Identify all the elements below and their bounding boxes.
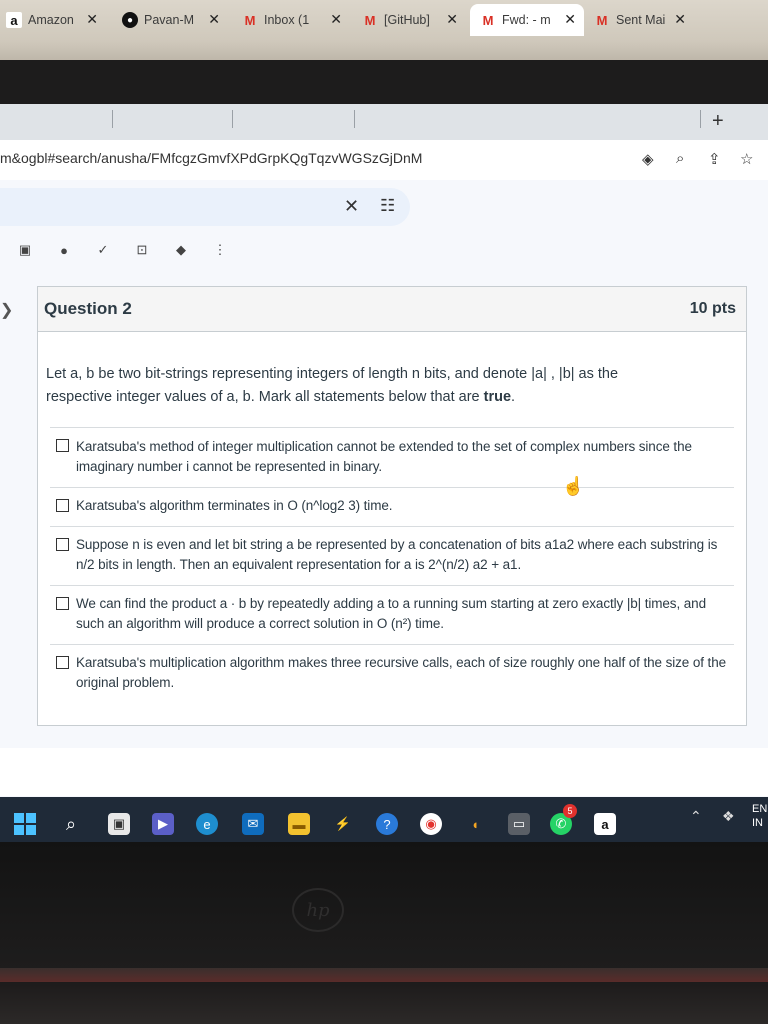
answer-checkbox[interactable]	[56, 439, 69, 452]
browser-tab-strip	[0, 104, 768, 140]
answer-text: Suppose n is even and let bit string a b…	[76, 537, 718, 572]
answer-checkbox[interactable]	[56, 656, 69, 669]
tab-separator	[700, 110, 701, 128]
monitor-app-icon[interactable]: ▭	[508, 813, 530, 835]
answer-text: Karatsuba's method of integer multiplica…	[76, 439, 692, 474]
gmail-footer	[0, 748, 768, 796]
tab-separator	[232, 110, 233, 128]
desk-surface	[0, 982, 768, 1024]
url-text[interactable]: m&ogbl#search/anusha/FMfcgzGmvfXPdGrpKQg…	[0, 150, 422, 166]
close-tab-icon[interactable]: ✕	[208, 11, 220, 28]
answer-text: Karatsuba's algorithm terminates in O (n…	[76, 498, 393, 513]
mail-icon[interactable]: ✉	[242, 813, 264, 835]
question-prompt: Let a, b be two bit-strings representing…	[46, 363, 706, 409]
tab-label: Amazon	[28, 13, 74, 27]
tab-amazon[interactable]: a Amazon ✕	[6, 6, 106, 34]
hp-logo: hp	[292, 888, 344, 932]
tab-label: Fwd: - m	[502, 13, 551, 27]
gmail-icon: M	[596, 12, 608, 28]
gmail-icon: M	[244, 12, 256, 28]
tab-github-mail[interactable]: M [GitHub] ✕	[362, 6, 466, 34]
edge-browser-icon[interactable]: e	[196, 813, 218, 835]
question-points: 10 pts	[689, 300, 736, 317]
language-indicator[interactable]: EN IN	[752, 802, 767, 830]
move-to-icon[interactable]: ⊡	[127, 240, 157, 260]
question-title: Question 2	[44, 299, 132, 318]
tab-label: Inbox (1	[264, 13, 310, 27]
tab-label: [GitHub]	[384, 13, 430, 27]
teams-chat-icon[interactable]: ▶	[152, 813, 174, 835]
lang-line-1: EN	[752, 803, 768, 815]
extension-icon[interactable]: ◈	[642, 150, 654, 168]
shortcut-app-icon[interactable]: ⚡	[332, 813, 354, 835]
close-tab-icon[interactable]: ✕	[446, 11, 458, 28]
chevron-right-icon[interactable]: ❯	[0, 300, 13, 320]
tab-sent-mail[interactable]: M Sent Mai ✕	[594, 6, 694, 34]
notification-badge: 5	[563, 804, 577, 818]
question-header: Question 2 10 pts	[38, 287, 746, 332]
answer-option[interactable]: Karatsuba's multiplication algorithm mak…	[50, 644, 734, 701]
answer-option[interactable]: Karatsuba's algorithm terminates in O (n…	[50, 487, 734, 524]
label-icon[interactable]: ◆	[166, 240, 196, 260]
tab-separator	[112, 110, 113, 128]
tab-label: Sent Mai	[616, 13, 666, 27]
answer-option[interactable]: We can find the product a · b by repeate…	[50, 585, 734, 642]
tab-fwd-active[interactable]: M Fwd: - m ✕	[470, 4, 584, 36]
gmail-icon: M	[482, 12, 494, 28]
chrome-browser-icon[interactable]: ◉	[420, 813, 442, 835]
tab-inbox[interactable]: M Inbox (1 ✕	[242, 6, 350, 34]
new-tab-icon[interactable]: +	[712, 110, 724, 133]
github-icon: ●	[122, 12, 138, 28]
monitor-bezel	[0, 60, 768, 110]
search-options-icon[interactable]: ☷	[380, 196, 395, 216]
tab-github[interactable]: ● Pavan-M ✕	[122, 6, 228, 34]
answer-checkbox[interactable]	[56, 499, 69, 512]
close-tab-icon[interactable]: ✕	[86, 11, 98, 28]
file-explorer-icon[interactable]: ▬	[288, 813, 310, 835]
clear-search-icon[interactable]: ✕	[344, 196, 359, 217]
chevron-up-icon[interactable]: ⌃	[690, 808, 702, 825]
tab-separator	[354, 110, 355, 128]
archive-icon[interactable]: ▣	[10, 240, 40, 260]
answer-option[interactable]: Suppose n is even and let bit string a b…	[50, 526, 734, 583]
amazon-app-icon[interactable]: a	[594, 813, 616, 835]
windows-start-icon[interactable]	[14, 813, 36, 835]
task-view-icon[interactable]: ▣	[108, 813, 130, 835]
audible-icon[interactable]: ◖	[464, 813, 486, 835]
close-tab-icon[interactable]: ✕	[330, 11, 342, 28]
dropbox-icon[interactable]: ❖	[722, 808, 735, 825]
message-toolbar: ▣ ● ✓ ⊡ ◆ ⋮	[10, 240, 244, 260]
amazon-icon: a	[6, 12, 22, 28]
bookmark-star-icon[interactable]: ☆	[740, 150, 753, 168]
gmail-icon: M	[364, 12, 376, 28]
answer-text: Karatsuba's multiplication algorithm mak…	[76, 655, 727, 690]
prompt-emphasis: true	[483, 389, 512, 405]
answer-checkbox[interactable]	[56, 597, 69, 610]
hand-cursor-icon: ☝	[562, 476, 585, 496]
answer-list: Karatsuba's method of integer multiplica…	[50, 427, 734, 701]
lang-line-2: IN	[752, 817, 763, 829]
more-options-icon[interactable]: ⋮	[205, 240, 235, 260]
prompt-line-1: Let a, b be two bit-strings representing…	[46, 366, 619, 382]
laptop-hinge	[0, 968, 768, 982]
add-task-icon[interactable]: ✓	[88, 240, 118, 260]
answer-option[interactable]: Karatsuba's method of integer multiplica…	[50, 427, 734, 485]
share-icon[interactable]: ⇪	[708, 150, 721, 168]
answer-checkbox[interactable]	[56, 538, 69, 551]
close-tab-icon[interactable]: ✕	[674, 11, 686, 28]
search-icon[interactable]: ⌕	[60, 813, 82, 835]
close-tab-icon[interactable]: ✕	[564, 11, 576, 28]
question-card: Question 2 10 pts Let a, b be two bit-st…	[37, 286, 747, 726]
prompt-line-2: respective integer values of a, b. Mark …	[46, 389, 480, 405]
answer-text: We can find the product a · b by repeate…	[76, 596, 706, 631]
prompt-end: .	[511, 389, 516, 405]
tab-label: Pavan-M	[144, 13, 195, 27]
zoom-icon[interactable]: ⌕	[676, 150, 684, 167]
help-icon[interactable]: ?	[376, 813, 398, 835]
snooze-icon[interactable]: ●	[49, 240, 79, 260]
